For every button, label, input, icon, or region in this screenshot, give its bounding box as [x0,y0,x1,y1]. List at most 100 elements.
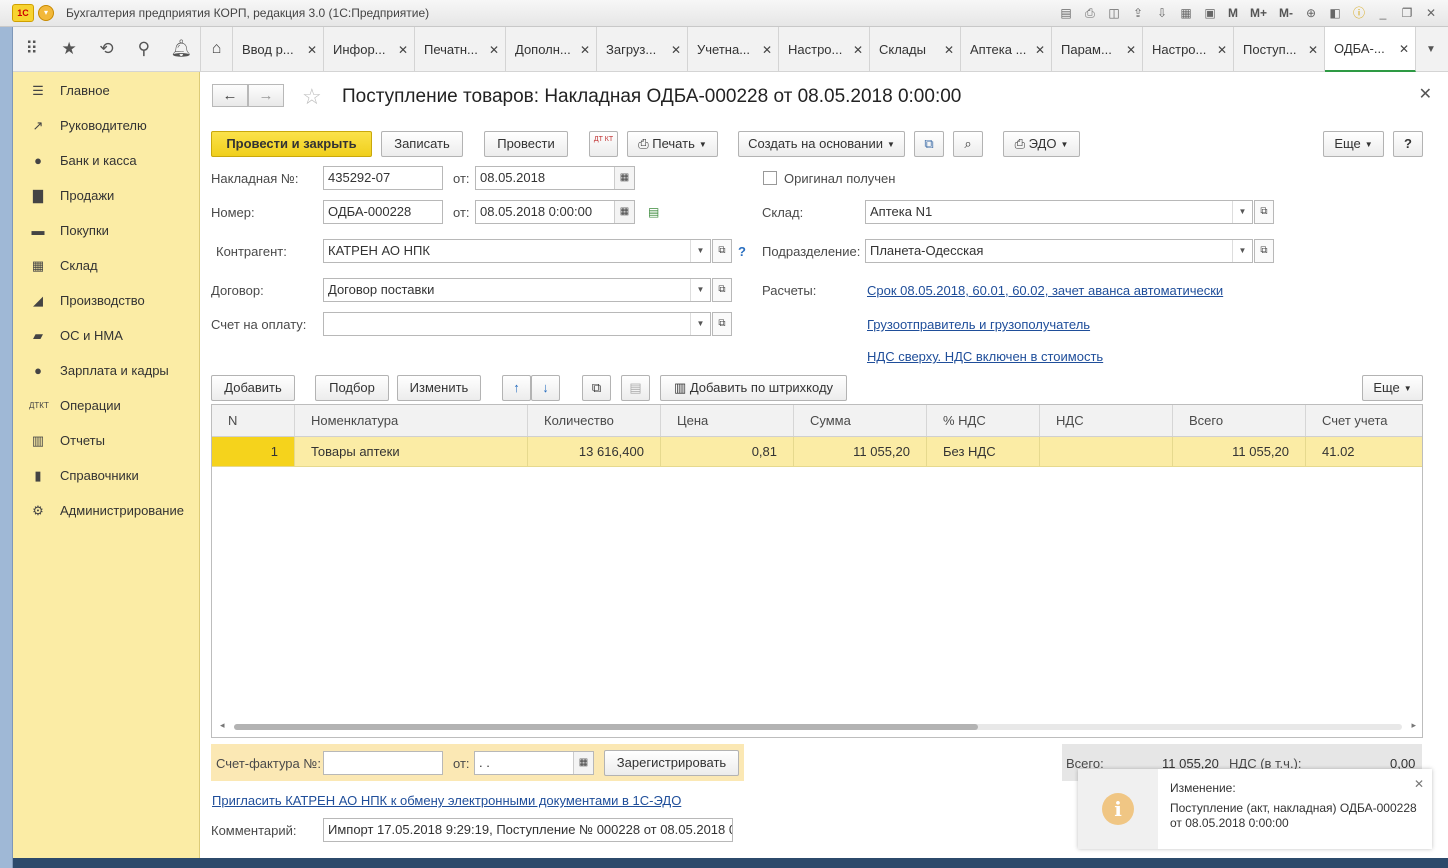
back-button[interactable]: ← [212,84,248,107]
pick-button[interactable]: Подбор [315,375,389,401]
add-row-button[interactable]: Добавить [211,375,295,401]
tab-item[interactable]: Аптека ... ✕ [961,27,1052,72]
open-contract-button[interactable]: ⧉ [712,278,732,302]
download-icon[interactable]: ⇩ [1153,4,1171,22]
post-and-close-button[interactable]: Провести и закрыть [211,131,372,157]
sidebar-item-main[interactable]: ☰ Главное [13,73,199,108]
original-received-checkbox[interactable] [763,171,777,185]
zoom-icon[interactable]: ⊕ [1302,4,1320,22]
help-button[interactable]: ? [1393,131,1423,157]
main-menu-icon[interactable]: ▾ [38,5,54,21]
tab-item[interactable]: Парам... ✕ [1052,27,1143,72]
dropdown-arrow-icon[interactable]: ▼ [690,240,710,262]
register-button[interactable]: Зарегистрировать [604,750,739,776]
sidebar-item-manager[interactable]: ↗ Руководителю [13,108,199,143]
column-header[interactable]: Сумма [794,405,927,436]
notification-popup[interactable]: i Изменение: Поступление (акт, накладная… [1078,769,1432,849]
open-payment-invoice-button[interactable]: ⧉ [712,312,732,336]
close-form-icon[interactable]: ✕ [1419,84,1432,104]
tab-item[interactable]: Дополн... ✕ [506,27,597,72]
column-header[interactable]: Цена [661,405,794,436]
sidebar-item-operations[interactable]: ДТКТ Операции [13,388,199,423]
calendar-icon[interactable]: ▦ [573,752,593,774]
attach-button[interactable]: ⌕ [953,131,983,157]
tab-item[interactable]: Учетна... ✕ [688,27,779,72]
tab-close-icon[interactable]: ✕ [1308,43,1318,57]
number-date-field[interactable]: 08.05.2018 0:00:00 ▦ [475,200,635,224]
save-icon[interactable]: ▤ [1057,4,1075,22]
tab-item[interactable]: Инфор... ✕ [324,27,415,72]
bell-icon[interactable]: 🔔︎ [169,37,193,61]
tab-item[interactable]: Поступ... ✕ [1234,27,1325,72]
tab-item[interactable]: Склады ✕ [870,27,961,72]
sidebar-item-warehouse[interactable]: ▦ Склад [13,248,199,283]
tab-close-icon[interactable]: ✕ [1126,43,1136,57]
tab-close-icon[interactable]: ✕ [1217,43,1227,57]
table-cell[interactable]: 11 055,20 [1173,437,1306,466]
preview-icon[interactable]: ◫ [1105,4,1123,22]
structure-button[interactable]: ⧉ [914,131,944,157]
tab-close-icon[interactable]: ✕ [1399,42,1409,56]
column-header[interactable]: НДС [1040,405,1173,436]
history-icon[interactable]: ⟲ [94,37,118,61]
dropdown-arrow-icon[interactable]: ▼ [690,313,710,335]
edit-row-button[interactable]: Изменить [397,375,481,401]
post-button[interactable]: Провести [484,131,568,157]
tab-close-icon[interactable]: ✕ [489,43,499,57]
table-cell[interactable] [1040,437,1173,466]
favorite-star-icon[interactable]: ☆ [302,84,322,110]
invoice-no-field[interactable]: 435292-07 [323,166,443,190]
search-icon[interactable]: ⚲ [132,37,156,61]
table-cell[interactable]: 41.02 [1306,437,1404,466]
open-division-button[interactable]: ⧉ [1254,239,1274,263]
open-warehouse-button[interactable]: ⧉ [1254,200,1274,224]
paste-button[interactable]: ▤ [621,375,650,401]
invoice-date-field[interactable]: . . ▦ [474,751,594,775]
tab-close-icon[interactable]: ✕ [762,43,772,57]
notification-close-icon[interactable]: ✕ [1414,777,1424,791]
edo-button[interactable]: ⎙ ЭДО ▼ [1003,131,1080,157]
vat-link[interactable]: НДС сверху. НДС включен в стоимость [867,349,1103,364]
sidebar-item-bank[interactable]: ● Банк и касса [13,143,199,178]
dropdown-arrow-icon[interactable]: ▼ [1232,240,1252,262]
column-header[interactable]: N [212,405,295,436]
calendar-icon[interactable]: ▦ [614,167,634,189]
sidebar-item-admin[interactable]: ⚙ Администрирование [13,493,199,528]
add-by-barcode-button[interactable]: ▥ Добавить по штрихкоду [660,375,847,401]
counterparty-field[interactable]: КАТРЕН АО НПК ▼ [323,239,711,263]
counterparty-help-icon[interactable]: ? [738,244,746,259]
sidebar-item-production[interactable]: ◢ Производство [13,283,199,318]
tab-close-icon[interactable]: ✕ [1035,43,1045,57]
tab-item[interactable]: Загруз... ✕ [597,27,688,72]
open-counterparty-button[interactable]: ⧉ [712,239,732,263]
minimize-icon[interactable]: _ [1374,4,1392,22]
table-cell[interactable]: 1 [212,437,295,466]
memory-plus-button[interactable]: M+ [1247,6,1270,20]
sidebar-item-assets[interactable]: ▰ ОС и НМА [13,318,199,353]
tab-close-icon[interactable]: ✕ [671,43,681,57]
table-cell[interactable]: 0,81 [661,437,794,466]
column-header[interactable]: Количество [528,405,661,436]
close-window-icon[interactable]: ✕ [1422,4,1440,22]
tab-close-icon[interactable]: ✕ [853,43,863,57]
number-field[interactable]: ОДБА-000228 [323,200,443,224]
sidebar-item-catalogs[interactable]: ▮ Справочники [13,458,199,493]
calendar-icon[interactable]: ▣ [1201,4,1219,22]
tabs-more-icon[interactable]: ▼ [1416,27,1446,71]
print-button[interactable]: ⎙ Печать ▼ [627,131,718,157]
favorites-icon[interactable]: ★ [57,37,81,61]
sidebar-item-purchases[interactable]: ▬ Покупки [13,213,199,248]
memory-minus-button[interactable]: M- [1276,6,1296,20]
table-cell[interactable]: 13 616,400 [528,437,661,466]
dt-kt-button[interactable]: ДТ КТ [589,131,618,157]
tab-item[interactable]: Настро... ✕ [1143,27,1234,72]
tab-close-icon[interactable]: ✕ [944,43,954,57]
grid-menu-icon[interactable]: ⠿ [20,37,44,61]
contract-field[interactable]: Договор поставки ▼ [323,278,711,302]
tab-close-icon[interactable]: ✕ [307,43,317,57]
table-cell[interactable]: Товары аптеки [295,437,528,466]
dropdown-arrow-icon[interactable]: ▼ [690,279,710,301]
invoice-date-field[interactable]: 08.05.2018 ▦ [475,166,635,190]
scroll-thumb[interactable] [234,724,978,730]
spreadsheet-icon[interactable]: ▦ [1177,4,1195,22]
